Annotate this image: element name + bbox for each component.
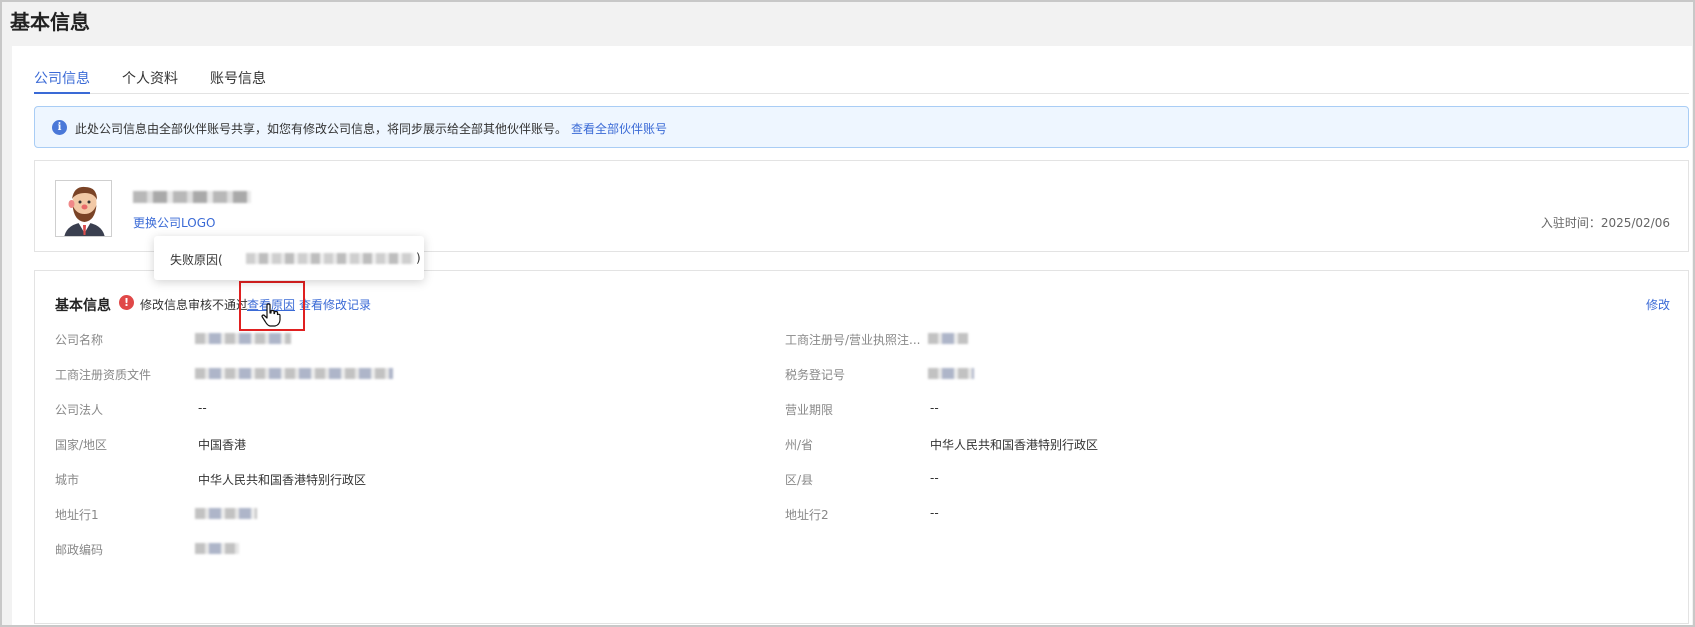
field-label-district: 区/县 <box>785 473 814 487</box>
page-title: 基本信息 <box>10 10 90 34</box>
business-reg-number-redacted <box>928 333 968 344</box>
field-value-address-line-2: -- <box>930 506 939 520</box>
field-label-registration-file: 工商注册资质文件 <box>55 368 152 382</box>
company-logo-avatar <box>55 180 112 237</box>
failure-reason-close-paren: ) <box>416 251 421 265</box>
tab-personal-profile[interactable]: 个人资料 <box>122 68 178 94</box>
field-label-tax-number: 税务登记号 <box>785 368 846 382</box>
address-line-1-redacted <box>195 508 257 519</box>
field-label-legal-person: 公司法人 <box>55 403 104 417</box>
section-title: 基本信息 <box>55 298 111 314</box>
field-label-business-reg-number: 工商注册号/营业执照注... <box>785 333 921 347</box>
tab-bar: 公司信息 个人资料 账号信息 <box>34 64 1689 94</box>
field-value-legal-person: -- <box>198 401 207 415</box>
tab-company-info[interactable]: 公司信息 <box>34 68 90 94</box>
tax-number-redacted <box>928 368 974 379</box>
notice-message: 此处公司信息由全部伙伴账号共享，如您有修改公司信息，将同步展示给全部其他伙伴账号… <box>75 122 568 136</box>
avatar-illustration <box>56 181 111 236</box>
postal-code-redacted <box>195 543 239 554</box>
field-value-district: -- <box>930 471 939 485</box>
join-time: 入驻时间：2025/02/06 <box>1540 216 1670 230</box>
notice-text: 此处公司信息由全部伙伴账号共享，如您有修改公司信息，将同步展示给全部其他伙伴账号… <box>75 120 667 137</box>
field-label-country: 国家/地区 <box>55 438 108 452</box>
field-value-business-term: -- <box>930 401 939 415</box>
app-frame: 基本信息 公司信息 个人资料 账号信息 i 此处公司信息由全部伙伴账号共享，如您… <box>0 0 1695 627</box>
edit-basic-info-link[interactable]: 修改 <box>1646 296 1670 313</box>
basic-info-section: 基本信息 ! 修改信息审核不通过 查看原因 查看修改记录 修改 公司名称 工商注… <box>34 270 1689 624</box>
registration-file-link-redacted[interactable] <box>195 368 393 379</box>
review-status-text: 修改信息审核不通过 <box>140 298 249 312</box>
view-edit-history-link[interactable]: 查看修改记录 <box>299 296 371 313</box>
field-value-state-province: 中华人民共和国香港特别行政区 <box>930 438 1099 452</box>
failure-reason-redacted <box>246 253 414 264</box>
field-label-postal-code: 邮政编码 <box>55 543 104 557</box>
field-value-country: 中国香港 <box>198 438 247 452</box>
info-notice: i 此处公司信息由全部伙伴账号共享，如您有修改公司信息，将同步展示给全部其他伙伴… <box>34 106 1689 148</box>
failure-reason-tooltip: 失败原因( ) <box>154 236 424 280</box>
tab-account-info[interactable]: 账号信息 <box>210 68 266 94</box>
field-label-city: 城市 <box>55 473 80 487</box>
change-company-logo-link[interactable]: 更换公司LOGO <box>133 214 215 231</box>
company-name-redacted <box>133 191 251 203</box>
failure-reason-label: 失败原因( <box>170 253 223 267</box>
field-value-city: 中华人民共和国香港特别行政区 <box>198 473 367 487</box>
field-label-company-name: 公司名称 <box>55 333 104 347</box>
content-card: 公司信息 个人资料 账号信息 i 此处公司信息由全部伙伴账号共享，如您有修改公司… <box>12 46 1692 625</box>
field-label-address-line-2: 地址行2 <box>785 508 829 522</box>
field-label-state-province: 州/省 <box>785 438 814 452</box>
field-label-address-line-1: 地址行1 <box>55 508 99 522</box>
company-name-value-redacted <box>195 333 291 344</box>
hand-cursor-icon <box>261 303 281 327</box>
error-icon: ! <box>119 295 134 310</box>
info-icon: i <box>52 120 67 135</box>
field-label-business-term: 营业期限 <box>785 403 834 417</box>
view-all-partner-accounts-link[interactable]: 查看全部伙伴账号 <box>571 122 667 136</box>
